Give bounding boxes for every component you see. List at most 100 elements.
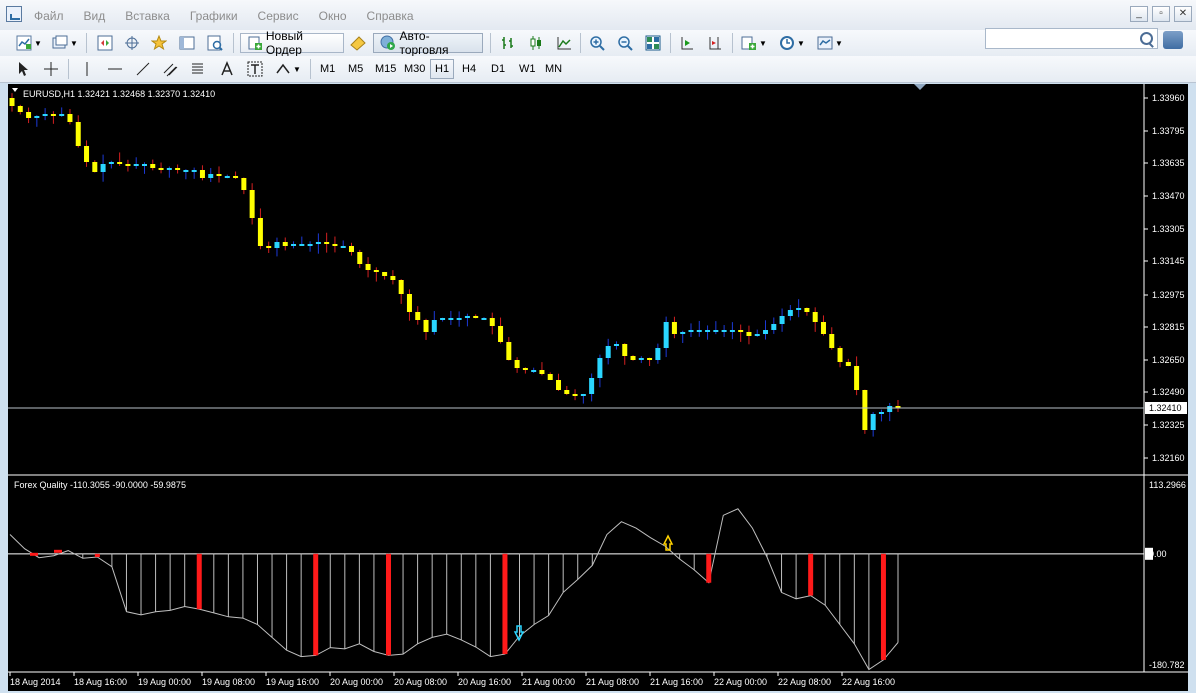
timeframe-d1[interactable]: D1 bbox=[487, 59, 509, 79]
signal-bar bbox=[196, 553, 202, 610]
menu-insert[interactable]: Вставка bbox=[125, 9, 170, 23]
menu-tools[interactable]: Сервис bbox=[258, 9, 299, 23]
new-order-label: Новый Ордер bbox=[265, 29, 303, 57]
trendline-tool[interactable] bbox=[132, 59, 154, 79]
candle-body bbox=[84, 146, 90, 162]
candle-body bbox=[233, 176, 239, 178]
zoom-in-icon bbox=[590, 36, 605, 51]
chart-shift-button[interactable] bbox=[704, 33, 726, 53]
candle-body bbox=[481, 318, 487, 320]
candle-body bbox=[464, 316, 470, 318]
zoom-out-button[interactable] bbox=[614, 33, 636, 53]
candle-body bbox=[796, 308, 802, 310]
vertical-line-icon bbox=[86, 62, 88, 76]
timeframe-h1[interactable]: H1 bbox=[430, 59, 455, 79]
timeframe-mn[interactable]: MN bbox=[541, 59, 566, 79]
timeframe-h4[interactable]: H4 bbox=[458, 59, 480, 79]
menu-help[interactable]: Справка bbox=[367, 9, 414, 23]
candle-body bbox=[291, 244, 297, 246]
time-tick-label: 21 Aug 16:00 bbox=[650, 677, 703, 687]
candlestick-icon bbox=[530, 36, 541, 50]
candle-body bbox=[340, 246, 346, 248]
autotrading-button[interactable]: Авто-торговля bbox=[373, 29, 483, 57]
terminal-button[interactable] bbox=[176, 33, 198, 53]
timeframe-m30[interactable]: M30 bbox=[400, 59, 429, 79]
horizontal-line-tool[interactable] bbox=[104, 59, 126, 79]
candle-body bbox=[622, 344, 628, 356]
profiles-button[interactable]: ▼ bbox=[50, 33, 80, 53]
arrows-tool[interactable]: ▼ bbox=[272, 59, 304, 79]
cursor-tool[interactable] bbox=[12, 59, 34, 79]
search-icon[interactable] bbox=[1140, 32, 1153, 45]
candle-body bbox=[166, 168, 172, 170]
strategy-tester-button[interactable] bbox=[204, 33, 226, 53]
arrows-icon bbox=[276, 63, 290, 74]
main-menu: Файл Вид Вставка Графики Сервис Окно Спр… bbox=[34, 9, 434, 23]
candle-body bbox=[17, 106, 23, 112]
chart-window[interactable]: 1.33960 1.33795 1.33635 1.33470 1.33305 1.331… bbox=[8, 84, 1188, 691]
candlestick-button[interactable] bbox=[525, 33, 547, 53]
close-button[interactable]: ✕ bbox=[1174, 6, 1192, 22]
menu-window[interactable]: Окно bbox=[319, 9, 347, 23]
autoscroll-button[interactable] bbox=[676, 33, 698, 53]
signal-bar bbox=[706, 553, 712, 583]
autotrading-label: Авто-торговля bbox=[399, 29, 449, 57]
time-tick-label: 20 Aug 16:00 bbox=[458, 677, 511, 687]
price-chart-svg[interactable]: 1.33960 1.33795 1.33635 1.33470 1.33305 1.331… bbox=[8, 84, 1188, 691]
candle-body bbox=[754, 334, 760, 336]
menu-view[interactable]: Вид bbox=[84, 9, 106, 23]
cursor-arrow-icon bbox=[19, 62, 28, 76]
candle-body bbox=[42, 114, 48, 116]
chart-shift-marker-icon bbox=[914, 84, 926, 90]
chat-help-icon[interactable] bbox=[1163, 31, 1183, 49]
candle-body bbox=[705, 330, 711, 332]
vertical-line-tool[interactable] bbox=[76, 59, 98, 79]
templates-button[interactable]: ▼ bbox=[814, 33, 846, 53]
line-chart-button[interactable] bbox=[553, 33, 575, 53]
market-watch-button[interactable] bbox=[94, 33, 116, 53]
candle-body bbox=[696, 330, 702, 332]
price-tick-label: 1.33305 bbox=[1152, 224, 1185, 234]
new-order-button[interactable]: Новый Ордер bbox=[240, 29, 344, 57]
tile-windows-button[interactable] bbox=[642, 33, 664, 53]
timeframe-m5[interactable]: M5 bbox=[344, 59, 367, 79]
navigator-button[interactable] bbox=[148, 33, 170, 53]
fibonacci-tool[interactable] bbox=[188, 59, 210, 79]
timeframe-m15[interactable]: M15 bbox=[371, 59, 400, 79]
candle-body bbox=[307, 244, 313, 246]
equidistant-channel-tool[interactable] bbox=[160, 59, 182, 79]
app-chart-icon[interactable] bbox=[6, 6, 22, 22]
periods-button[interactable]: ▼ bbox=[776, 33, 808, 53]
bar-chart-button[interactable] bbox=[497, 33, 519, 53]
menu-file[interactable]: Файл bbox=[34, 9, 64, 23]
indicators-button[interactable]: ▼ bbox=[738, 33, 770, 53]
signal-mark bbox=[30, 552, 38, 556]
candle-body bbox=[506, 342, 512, 360]
minimize-button[interactable]: _ bbox=[1130, 6, 1148, 22]
market-watch-icon bbox=[97, 35, 113, 51]
new-chart-icon bbox=[16, 35, 32, 51]
chart-shift-icon bbox=[709, 37, 721, 50]
drawing-toolbar: ▼ M1 M5 M15 M30 H1 H4 D1 W1 MN bbox=[0, 56, 1196, 83]
candle-body bbox=[440, 318, 446, 320]
timeframe-m1[interactable]: M1 bbox=[316, 59, 339, 79]
restore-button[interactable]: ▫ bbox=[1152, 6, 1170, 22]
menu-charts[interactable]: Графики bbox=[190, 9, 238, 23]
crosshair-tool[interactable] bbox=[40, 59, 62, 79]
search-input[interactable] bbox=[985, 28, 1158, 49]
zoom-in-button[interactable] bbox=[586, 33, 608, 53]
text-a-icon bbox=[221, 61, 233, 76]
metaeditor-button[interactable] bbox=[347, 33, 369, 53]
candle-body bbox=[539, 370, 545, 374]
timeframe-w1[interactable]: W1 bbox=[515, 59, 540, 79]
indicator-layer: 0.00 bbox=[8, 508, 1167, 671]
text-label-icon bbox=[247, 61, 263, 77]
data-window-button[interactable] bbox=[121, 33, 143, 53]
new-chart-button[interactable]: ▼ bbox=[14, 33, 44, 53]
candle-body bbox=[613, 344, 619, 346]
candle-body bbox=[738, 330, 744, 332]
candle-body bbox=[315, 242, 321, 244]
text-label-tool[interactable] bbox=[244, 59, 266, 79]
price-tick-label: 1.33635 bbox=[1152, 158, 1185, 168]
text-tool[interactable] bbox=[216, 59, 238, 79]
